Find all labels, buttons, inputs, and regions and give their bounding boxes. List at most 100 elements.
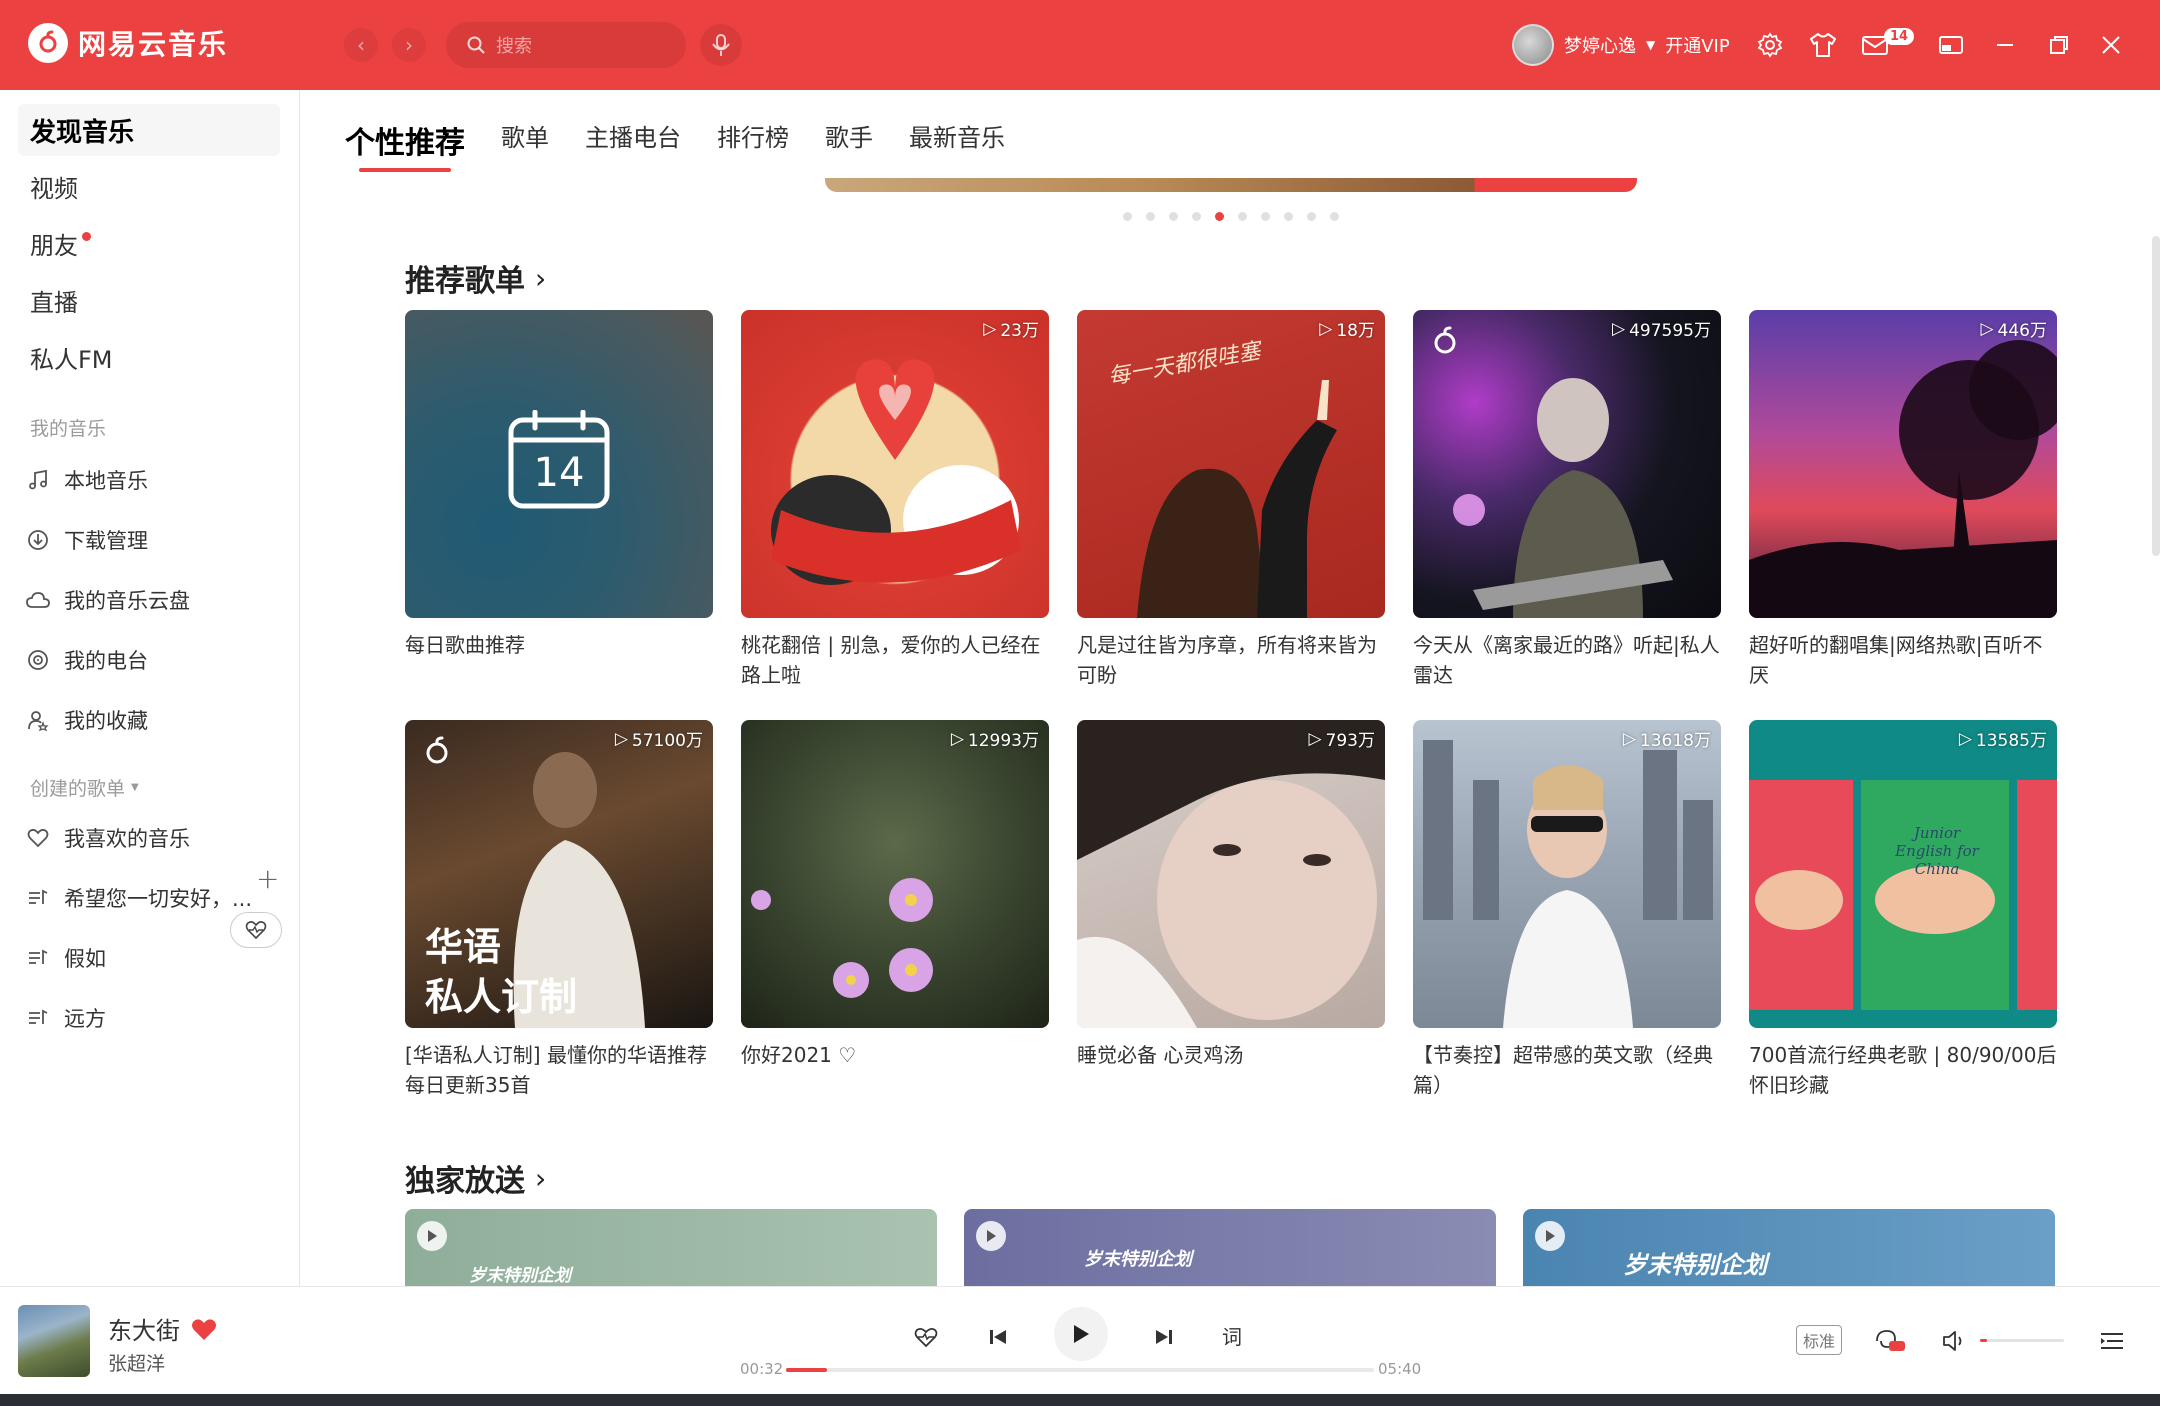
created-playlists-heading[interactable]: 创建的歌单 ▼ [30,774,139,801]
avatar[interactable] [1512,24,1554,66]
user-menu[interactable]: 梦婷心逸 ▼ 开通VIP [1512,24,1730,66]
tab-recommend[interactable]: 个性推荐 [345,118,465,172]
playlist-cover[interactable]: Junior English for China ▷ 13585万 [1749,720,2057,1028]
banner-dot[interactable] [1169,212,1178,221]
sidebar-item-playlist[interactable]: 远方 [26,996,282,1040]
exclusive-card[interactable]: 岁末特别企划 [1523,1209,2055,1286]
playlist-card[interactable]: ▷ 13618万 【节奏控】超带感的英文歌（经典篇） [1413,720,1721,1102]
tab-radio[interactable]: 主播电台 [585,118,681,172]
playlist-card[interactable]: 每一天都很哇塞 ▷ 18万 凡是过往皆为序章，所有将来皆为可盼 [1077,310,1385,692]
playlist-card[interactable]: ▷ 12993万 你好2021 ♡ [741,720,1049,1102]
playlist-card[interactable]: ▷ 793万 睡觉必备 心灵鸡汤 [1077,720,1385,1102]
tab-charts[interactable]: 排行榜 [717,118,789,172]
playlist-cover[interactable]: 14 [405,310,713,618]
playlist-cover[interactable]: 每一天都很哇塞 ▷ 18万 [1077,310,1385,618]
play-mode-button[interactable] [906,1317,946,1357]
app-logo[interactable]: 网易云音乐 [28,23,228,63]
sidebar-item-collection[interactable]: 我的收藏 [26,698,282,742]
playlist-card[interactable]: Junior English for China ▷ 13585万 700首流行经… [1749,720,2057,1102]
playlist-cover[interactable]: ▷ 12993万 [741,720,1049,1028]
tab-playlists[interactable]: 歌单 [501,118,549,172]
playlist-title[interactable]: [华语私人订制] 最懂你的华语推荐 每日更新35首 [405,1040,713,1102]
maximize-button[interactable] [2044,30,2074,60]
sidebar-item-downloads[interactable]: 下载管理 [26,518,282,562]
playlist-title[interactable]: 你好2021 ♡ [741,1040,1049,1102]
close-button[interactable] [2096,30,2126,60]
exclusive-card[interactable]: 岁末特别企划 [964,1209,1496,1286]
banner-dot[interactable] [1215,212,1224,221]
playlist-cover[interactable]: ▷ 497595万 [1413,310,1721,618]
next-button[interactable] [1144,1317,1184,1357]
tab-new-music[interactable]: 最新音乐 [909,118,1005,172]
banner-dot[interactable] [1284,212,1293,221]
play-button[interactable] [1054,1307,1108,1361]
exclusive-heading[interactable]: 独家放送 › [405,1156,546,1200]
progress-bar[interactable] [786,1368,1374,1372]
vip-link[interactable]: 开通VIP [1665,32,1729,58]
minimize-button[interactable] [1990,30,2020,60]
playlist-title[interactable]: 【节奏控】超带感的英文歌（经典篇） [1413,1040,1721,1102]
playlist-cover[interactable]: ▷ 446万 [1749,310,2057,618]
lyrics-button[interactable]: 词 [1222,1321,1242,1350]
banner-dot[interactable] [1192,212,1201,221]
banner-dot[interactable] [1123,212,1132,221]
playlist-cover[interactable]: ▷ 13618万 [1413,720,1721,1028]
sidebar-item-friends[interactable]: 朋友 [18,217,280,269]
liked-heart-icon[interactable] [190,1316,218,1342]
artist-name[interactable]: 张超洋 [108,1349,165,1376]
group-title: 我的音乐 [30,418,107,440]
sidebar-item-cloud[interactable]: 我的音乐云盘 [26,578,282,622]
sidebar-item-radio[interactable]: 我的电台 [26,638,282,682]
sidebar-item-playlist[interactable]: 希望您一切安好，... [26,876,282,920]
sidebar-item-video[interactable]: 视频 [18,160,280,212]
volume-slider[interactable] [1980,1339,2064,1342]
sidebar-item-fm[interactable]: 私人FM [18,331,280,383]
banner-dot[interactable] [1307,212,1316,221]
mini-mode-button[interactable] [1936,30,1966,60]
voice-search-button[interactable] [700,24,742,66]
playlist-card[interactable]: ▷ 497595万 今天从《离家最近的路》听起|私人雷达 [1413,310,1721,692]
now-playing-title[interactable]: 东大街 [108,1311,218,1346]
exclusive-card[interactable]: 岁末特别企划 [405,1209,937,1286]
playlist-title[interactable]: 700首流行经典老歌 | 80/90/00后怀旧珍藏 [1749,1040,2057,1102]
scrollbar[interactable] [2152,236,2160,556]
next-icon [1156,1330,1172,1344]
back-button[interactable]: ‹ [344,28,378,62]
playlist-title[interactable]: 睡觉必备 心灵鸡汤 [1077,1040,1385,1102]
playlist-cover[interactable]: 华语 私人订制 ▷ 57100万 [405,720,713,1028]
search-input[interactable]: 搜索 [446,22,686,68]
sidebar-item-live[interactable]: 直播 [18,274,280,326]
settings-button[interactable] [1755,30,1785,60]
playlist-title[interactable]: 桃花翻倍 | 别急，爱你的人已经在路上啦 [741,630,1049,692]
playlist-card[interactable]: ▷ 23万 桃花翻倍 | 别急，爱你的人已经在路上啦 [741,310,1049,692]
playlist-card[interactable]: 华语 私人订制 ▷ 57100万 [华语私人订制] 最懂你的华语推荐 每日更新35… [405,720,713,1102]
quality-button[interactable]: 标准 [1796,1325,1843,1355]
playlist-queue-button[interactable] [2092,1321,2132,1361]
sidebar-item-discover[interactable]: 发现音乐 [18,104,280,156]
playlist-title[interactable]: 凡是过往皆为序章，所有将来皆为可盼 [1077,630,1385,692]
playlist-card[interactable]: 14 每日歌曲推荐 [405,310,713,692]
playlist-card[interactable]: ▷ 446万 超好听的翻唱集|网络热歌|百听不厌 [1749,310,2057,692]
username[interactable]: 梦婷心逸 [1564,32,1636,58]
banner-dot[interactable] [1330,212,1339,221]
forward-button[interactable]: › [392,28,426,62]
banner-dot[interactable] [1146,212,1155,221]
banner-carousel[interactable] [825,178,1637,192]
banner-dot[interactable] [1238,212,1247,221]
playlist-title[interactable]: 每日歌曲推荐 [405,630,713,692]
sidebar-item-playlist[interactable]: 假如 [26,936,282,980]
playlist-cover[interactable]: ▷ 793万 [1077,720,1385,1028]
sidebar-item-local-music[interactable]: 本地音乐 [26,458,282,502]
skin-button[interactable] [1808,30,1838,60]
sidebar-item-liked-music[interactable]: 我喜欢的音乐 [26,816,282,860]
playlist-title[interactable]: 今天从《离家最近的路》听起|私人雷达 [1413,630,1721,692]
playlist-cover[interactable]: ▷ 23万 [741,310,1049,618]
sound-effect-button[interactable] [1870,1321,1910,1361]
previous-button[interactable] [978,1317,1018,1357]
volume-button[interactable] [1934,1321,1974,1361]
recommended-playlists-heading[interactable]: 推荐歌单 › [405,256,546,300]
tab-artists[interactable]: 歌手 [825,118,873,172]
playlist-title[interactable]: 超好听的翻唱集|网络热歌|百听不厌 [1749,630,2057,692]
banner-dot[interactable] [1261,212,1270,221]
album-art[interactable] [18,1305,90,1377]
